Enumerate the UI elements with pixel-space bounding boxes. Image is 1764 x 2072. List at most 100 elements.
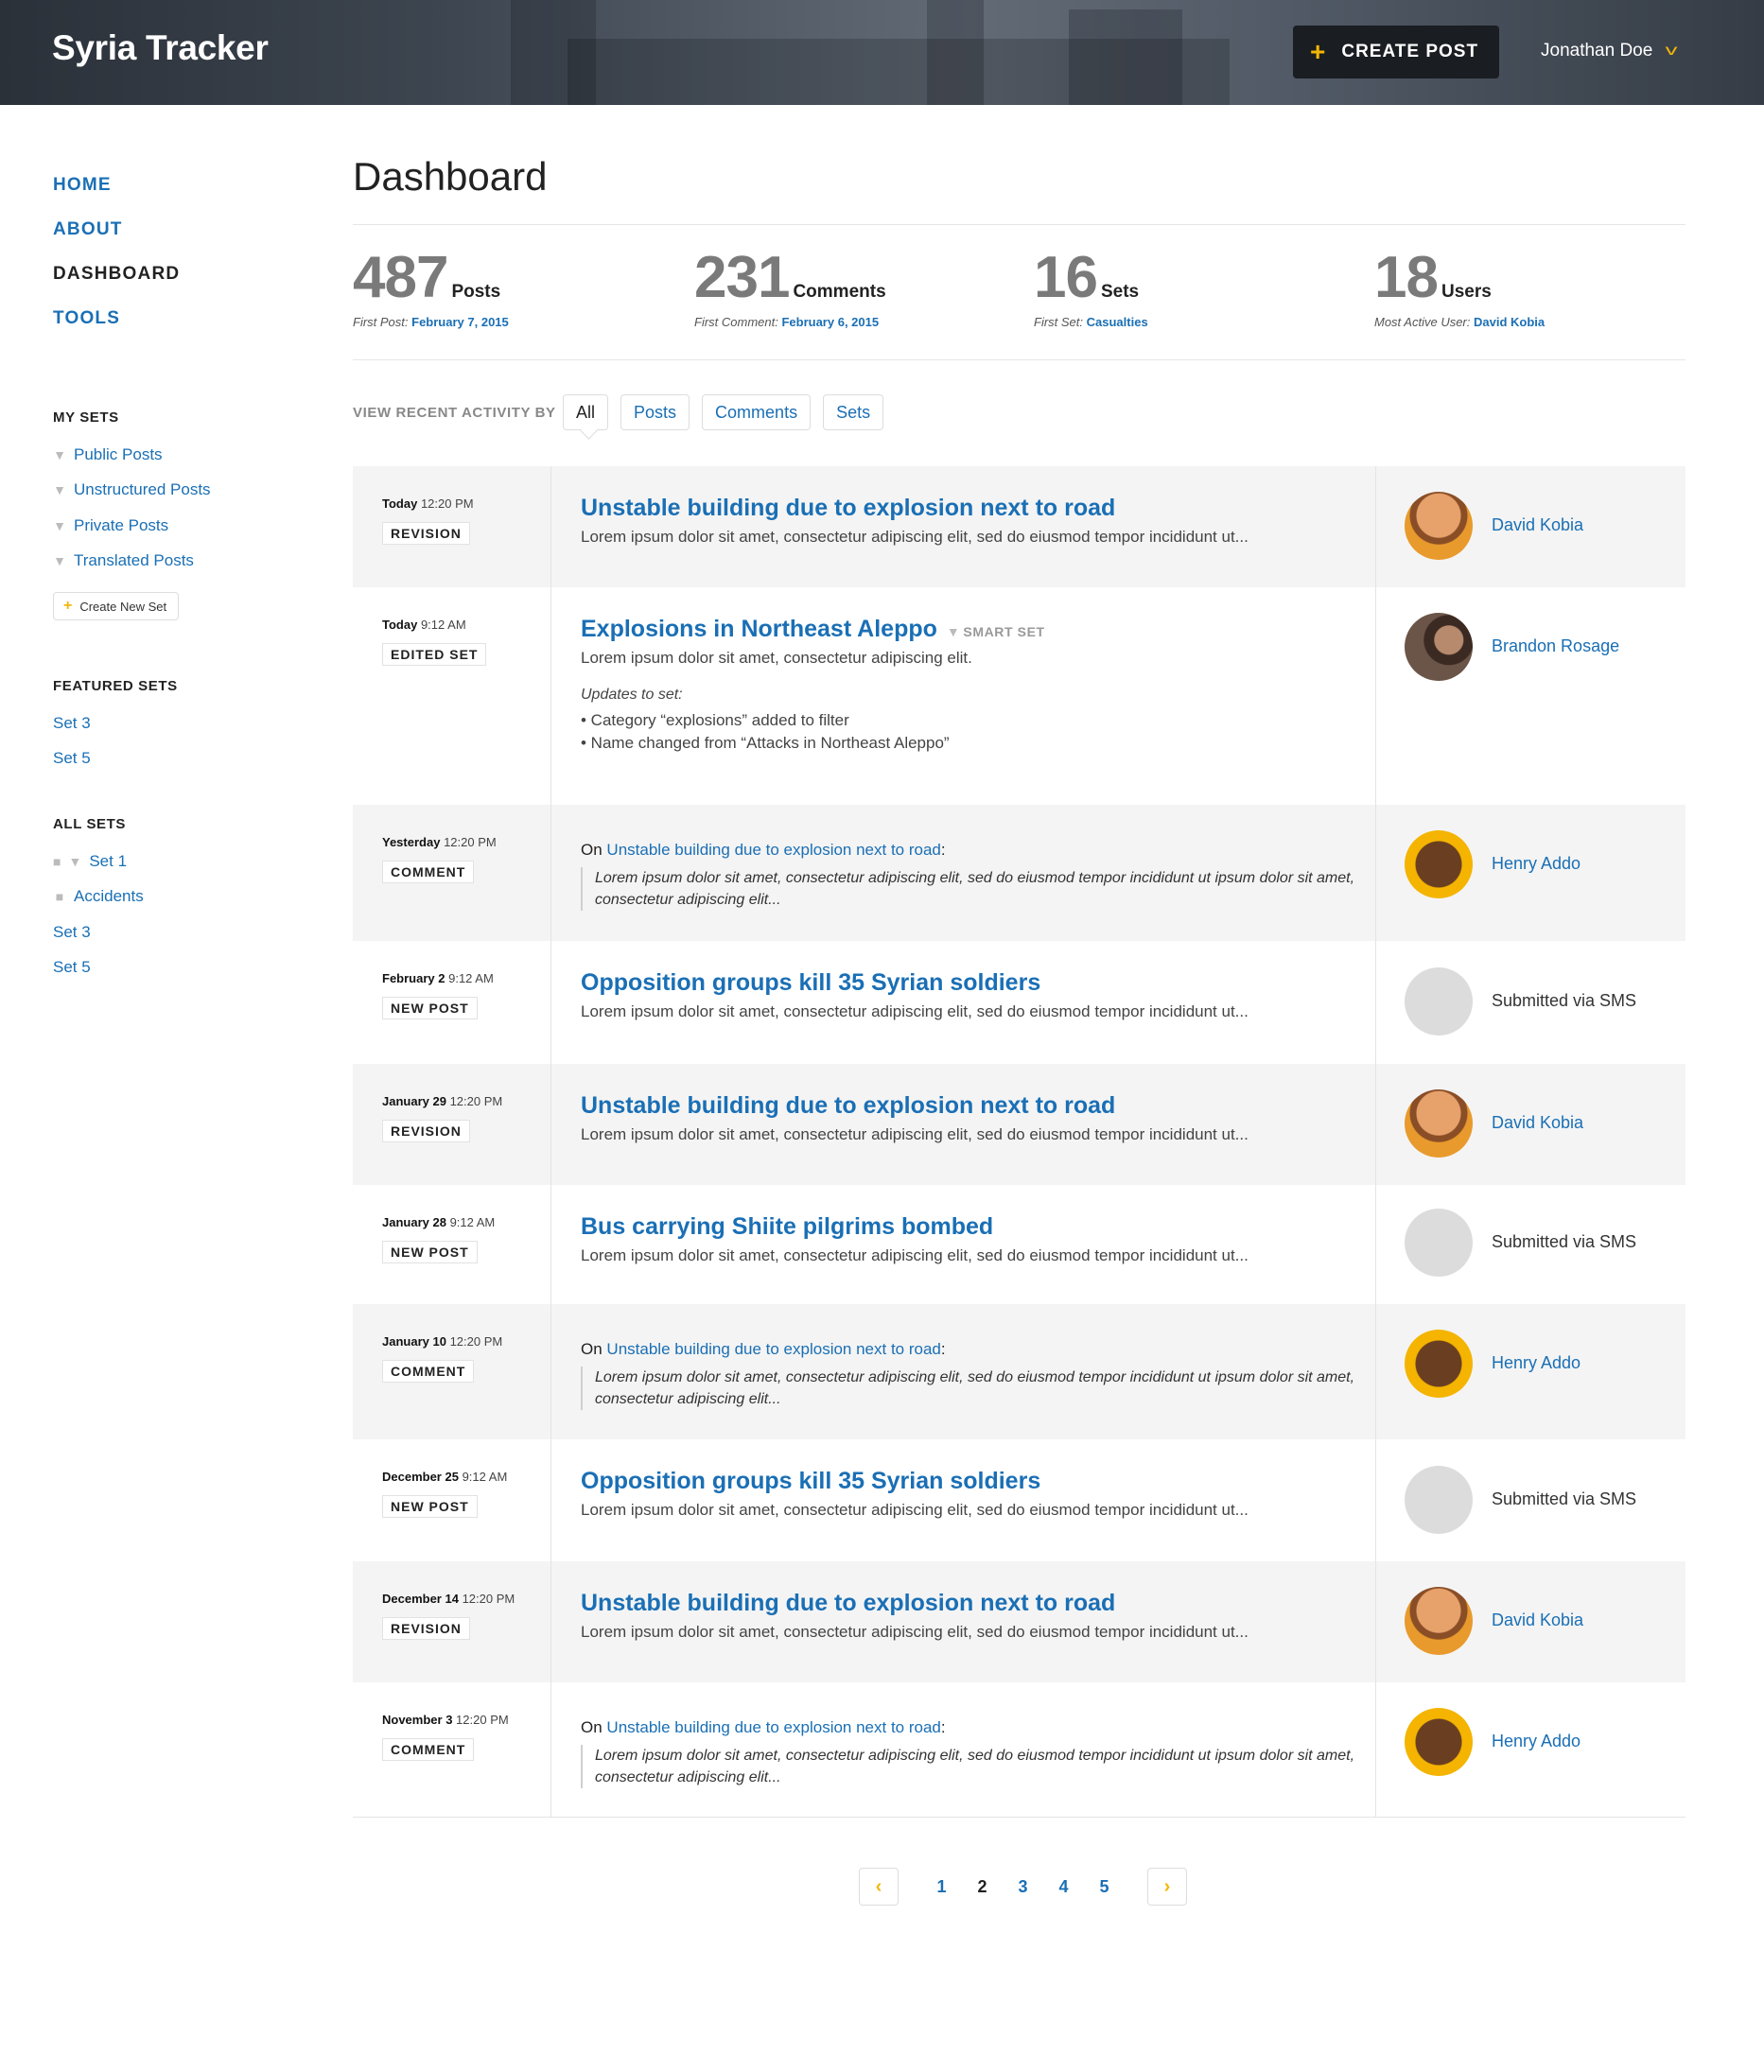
sidebar-item-public-posts[interactable]: ▼ Public Posts	[53, 437, 211, 473]
post-title-link[interactable]: Opposition groups kill 35 Syrian soldier…	[581, 1468, 1375, 1495]
stat-posts: 487 Posts First Post: February 7, 2015	[353, 245, 509, 329]
smart-set-tag: ▼ SMART SET	[946, 624, 1045, 639]
user-link[interactable]: David Kobia	[1492, 1113, 1583, 1133]
create-new-set-button[interactable]: + Create New Set	[53, 592, 180, 620]
post-title-link[interactable]: Unstable building due to explosion next …	[581, 495, 1375, 522]
sidebar-item-set-1[interactable]: ■ ▼ Set 1	[53, 844, 144, 879]
avatar[interactable]	[1405, 613, 1473, 681]
post-title-link[interactable]: Unstable building due to explosion next …	[581, 1092, 1375, 1120]
brand-logo[interactable]: Syria Tracker	[52, 28, 269, 68]
activity-type-badge: COMMENT	[382, 1360, 475, 1383]
activity-type-badge: COMMENT	[382, 861, 475, 883]
post-link[interactable]: Unstable building due to explosion next …	[606, 841, 940, 859]
filter-icon: ▼	[53, 446, 66, 462]
main-nav: HOME ABOUT DASHBOARD TOOLS	[53, 175, 180, 353]
next-page-button[interactable]: ›	[1147, 1868, 1187, 1906]
comment-quote: Lorem ipsum dolor sit amet, consectetur …	[581, 867, 1366, 911]
activity-row: Today 9:12 AM EDITED SET Explosions in No…	[353, 587, 1685, 805]
activity-type-badge: EDITED SET	[382, 643, 487, 666]
user-link[interactable]: Henry Addo	[1492, 1732, 1581, 1751]
filter-icon: ▼	[68, 853, 82, 869]
avatar[interactable]	[1405, 1089, 1473, 1158]
tab-comments[interactable]: Comments	[702, 394, 812, 430]
post-link[interactable]: Unstable building due to explosion next …	[606, 1718, 940, 1736]
activity-row: January 10 12:20 PM COMMENT On Unstable b…	[353, 1304, 1685, 1439]
stat-link[interactable]: February 7, 2015	[411, 315, 509, 329]
set-title-link[interactable]: Explosions in Northeast Aleppo	[581, 616, 937, 642]
sms-source-label: Submitted via SMS	[1492, 1489, 1637, 1508]
sidebar-item-private-posts[interactable]: ▼ Private Posts	[53, 508, 211, 544]
avatar[interactable]	[1405, 1708, 1473, 1776]
post-title-link[interactable]: Unstable building due to explosion next …	[581, 1590, 1375, 1617]
nav-tools[interactable]: TOOLS	[53, 308, 180, 329]
post-link[interactable]: Unstable building due to explosion next …	[606, 1340, 940, 1358]
nav-home[interactable]: HOME	[53, 175, 180, 196]
user-name: Jonathan Doe	[1541, 41, 1653, 61]
top-header: Syria Tracker + CREATE POST Jonathan Doe…	[0, 0, 1764, 105]
activity-row: December 14 12:20 PM REVISION Unstable bu…	[353, 1561, 1685, 1682]
prev-page-button[interactable]: ‹	[859, 1868, 899, 1906]
nav-about[interactable]: ABOUT	[53, 219, 180, 240]
page-5[interactable]: 5	[1084, 1877, 1125, 1897]
post-title-link[interactable]: Bus carrying Shiite pilgrims bombed	[581, 1213, 1375, 1241]
activity-filter-tabs: All Posts Comments Sets	[563, 394, 896, 430]
plus-icon: +	[63, 598, 73, 614]
filter-icon: ▼	[53, 482, 66, 498]
filter-icon: ▼	[53, 517, 66, 533]
avatar[interactable]	[1405, 1587, 1473, 1655]
user-link[interactable]: David Kobia	[1492, 1611, 1583, 1630]
sidebar-item-set-5[interactable]: Set 5	[53, 741, 178, 777]
my-sets-section: MY SETS ▼ Public Posts ▼ Unstructured Post…	[53, 409, 211, 620]
filter-label: VIEW RECENT ACTIVITY BY	[353, 405, 556, 421]
tab-all[interactable]: All	[563, 394, 609, 430]
avatar[interactable]	[1405, 492, 1473, 560]
divider	[353, 224, 1685, 225]
nav-dashboard[interactable]: DASHBOARD	[53, 264, 180, 285]
stat-sets: 16 Sets First Set: Casualties	[1034, 245, 1148, 329]
avatar[interactable]	[1405, 1330, 1473, 1398]
chevron-left-icon: ‹	[875, 1875, 882, 1897]
activity-type-badge: REVISION	[382, 522, 470, 545]
avatar[interactable]	[1405, 830, 1473, 898]
stat-link[interactable]: February 6, 2015	[781, 315, 879, 329]
all-sets-title: ALL SETS	[53, 816, 127, 832]
user-link[interactable]: Brandon Rosage	[1492, 636, 1619, 656]
chevron-down-icon: v	[1665, 43, 1678, 59]
bookmark-icon: ■	[53, 853, 61, 869]
stat-link[interactable]: Casualties	[1087, 315, 1148, 329]
activity-row: Yesterday 12:20 PM COMMENT On Unstable bu…	[353, 805, 1685, 941]
plus-icon: +	[1310, 37, 1327, 66]
tab-sets[interactable]: Sets	[823, 394, 884, 430]
user-link[interactable]: David Kobia	[1492, 515, 1583, 535]
sidebar-item-unstructured-posts[interactable]: ▼ Unstructured Posts	[53, 473, 211, 509]
activity-list: Today 12:20 PM REVISION Unstable building…	[353, 466, 1685, 1818]
page-2-current[interactable]: 2	[962, 1877, 1003, 1897]
comment-quote: Lorem ipsum dolor sit amet, consectetur …	[581, 1745, 1366, 1788]
page-1[interactable]: 1	[921, 1877, 962, 1897]
tab-posts[interactable]: Posts	[620, 394, 690, 430]
user-link[interactable]: Henry Addo	[1492, 854, 1581, 874]
stat-link[interactable]: David Kobia	[1474, 315, 1545, 329]
page-3[interactable]: 3	[1003, 1877, 1043, 1897]
sms-source-label: Submitted via SMS	[1492, 991, 1637, 1010]
activity-row: December 25 9:12 AM NEW POST Opposition g…	[353, 1439, 1685, 1561]
activity-type-badge: REVISION	[382, 1120, 470, 1142]
sidebar-item-accidents[interactable]: ■ Accidents	[53, 879, 144, 915]
all-sets-section: ALL SETS ■ ▼ Set 1 ■ Accidents Set 3 Set 5	[53, 816, 144, 985]
create-post-button[interactable]: + CREATE POST	[1293, 26, 1499, 78]
user-menu[interactable]: Jonathan Doe v	[1541, 41, 1678, 61]
post-title-link[interactable]: Opposition groups kill 35 Syrian soldier…	[581, 969, 1375, 997]
sidebar-item-set-3[interactable]: Set 3	[53, 914, 144, 950]
chevron-right-icon: ›	[1163, 1875, 1171, 1897]
sidebar-item-translated-posts[interactable]: ▼ Translated Posts	[53, 544, 211, 580]
page-4[interactable]: 4	[1043, 1877, 1084, 1897]
sidebar-item-set-3[interactable]: Set 3	[53, 705, 178, 741]
bookmark-icon: ■	[55, 889, 64, 905]
sidebar-item-set-5[interactable]: Set 5	[53, 950, 144, 986]
user-link[interactable]: Henry Addo	[1492, 1353, 1581, 1373]
avatar	[1405, 967, 1473, 1036]
activity-type-badge: NEW POST	[382, 1495, 478, 1518]
activity-type-badge: NEW POST	[382, 1241, 478, 1263]
activity-type-badge: COMMENT	[382, 1738, 475, 1761]
activity-type-badge: REVISION	[382, 1617, 470, 1640]
